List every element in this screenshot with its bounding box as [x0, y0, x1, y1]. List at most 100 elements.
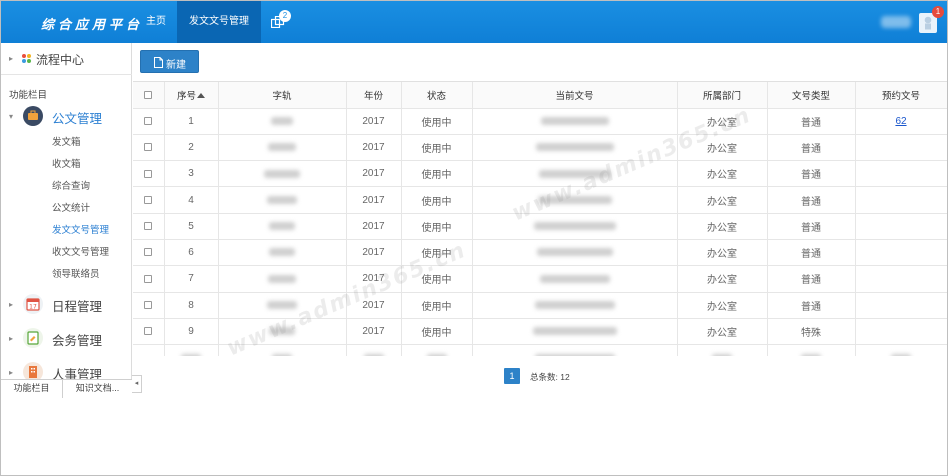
column-header-current-number[interactable]: 当前文号: [472, 82, 678, 109]
column-header-year[interactable]: 年份: [346, 82, 402, 109]
clipped-cell: [164, 344, 219, 356]
row-select-cell[interactable]: [133, 213, 165, 240]
row-checkbox[interactable]: [144, 301, 153, 310]
sub-item-outgoing-number[interactable]: 发文文号管理: [52, 222, 109, 236]
row-checkbox[interactable]: [144, 248, 153, 257]
cell-track: [218, 239, 347, 267]
table-row[interactable]: 6 2017 使用中 办公室 普通: [133, 239, 947, 267]
column-header-status[interactable]: 状态: [401, 82, 473, 109]
column-header-reserved-number[interactable]: 预约文号: [855, 82, 947, 109]
cell-status: 使用中: [401, 108, 473, 135]
cell-status: 使用中: [401, 265, 473, 293]
sub-item-statistics[interactable]: 公文统计: [52, 200, 90, 214]
cell-track: [218, 186, 347, 214]
select-all-checkbox[interactable]: [144, 90, 153, 99]
clipboard-icon: [23, 328, 43, 348]
row-select-cell[interactable]: [133, 134, 165, 162]
tab-knowledge-docs[interactable]: 知识文档...: [63, 380, 132, 398]
row-checkbox[interactable]: [144, 274, 153, 283]
flow-center-item[interactable]: ▸ 流程中心: [1, 43, 132, 75]
row-checkbox[interactable]: [144, 143, 153, 152]
redacted-text: [891, 353, 911, 356]
sub-item-incoming-number[interactable]: 收文文号管理: [52, 244, 109, 258]
cell-department: 办公室: [677, 186, 768, 214]
sub-item-inbox[interactable]: 收文箱: [52, 156, 81, 170]
chevron-right-icon: ▸: [9, 300, 14, 309]
column-header-number-type[interactable]: 文号类型: [767, 82, 856, 109]
sub-item-outbox[interactable]: 发文箱: [52, 134, 81, 148]
nav-tab-doc-number[interactable]: 发文文号管理: [177, 1, 261, 43]
cell-reserved-number: [855, 134, 947, 162]
tab-function-menu[interactable]: 功能栏目: [1, 380, 63, 398]
sort-asc-icon: [197, 92, 205, 98]
clipped-cell: [855, 344, 947, 356]
redacted-text: [801, 353, 821, 356]
cell-current-number: [472, 265, 678, 293]
cell-track: [218, 265, 347, 293]
cell-current-number: [472, 239, 678, 267]
pagination-page-1[interactable]: 1: [504, 368, 520, 384]
cell-track: [218, 292, 347, 319]
cell-year: 2017: [346, 186, 402, 214]
row-select-cell[interactable]: [133, 160, 165, 188]
row-select-cell[interactable]: [133, 108, 165, 135]
redacted-text: [272, 353, 292, 356]
cell-number-type: 普通: [767, 292, 856, 319]
total-count: 总条数: 12: [530, 372, 570, 382]
cell-track: [218, 160, 347, 188]
doc-number-table: 序号 字轨 年份 状态 当前文号 所属部门 文号类型 预约文号 1 2017 使用中…: [133, 82, 947, 356]
new-button[interactable]: 新建: [140, 50, 199, 73]
chevron-right-icon: ▸: [9, 54, 14, 63]
row-select-cell[interactable]: [133, 318, 165, 346]
row-checkbox[interactable]: [144, 169, 153, 178]
cell-year: 2017: [346, 265, 402, 293]
cell-year: 2017: [346, 318, 402, 346]
user-name[interactable]: [881, 16, 911, 28]
column-header-department[interactable]: 所属部门: [677, 82, 768, 109]
row-select-cell[interactable]: [133, 292, 165, 319]
table-row[interactable]: 9 2017 使用中 办公室 特殊: [133, 318, 947, 346]
reserved-number-link[interactable]: 62: [895, 116, 906, 127]
row-checkbox[interactable]: [144, 222, 153, 231]
table-row[interactable]: 2 2017 使用中 办公室 普通: [133, 134, 947, 162]
sub-item-liaison[interactable]: 领导联络员: [52, 266, 100, 280]
module-schedule[interactable]: ▸ 17 日程管理: [1, 291, 132, 319]
cell-year: 2017: [346, 134, 402, 162]
cell-track: [218, 213, 347, 240]
table-row[interactable]: [133, 344, 947, 356]
new-button-label: 新建: [166, 60, 186, 71]
row-select-cell[interactable]: [133, 265, 165, 293]
column-header-track[interactable]: 字轨: [218, 82, 347, 109]
notification-badge[interactable]: 1: [932, 6, 944, 18]
column-header-no[interactable]: 序号: [164, 82, 219, 109]
sub-item-query[interactable]: 综合查询: [52, 178, 90, 192]
cell-current-number: [472, 134, 678, 162]
cell-year: 2017: [346, 108, 402, 135]
cell-no: 2: [164, 134, 219, 162]
table-row[interactable]: 1 2017 使用中 办公室 普通 62: [133, 108, 947, 135]
module-meeting[interactable]: ▸ 会务管理: [1, 325, 132, 353]
row-checkbox[interactable]: [144, 327, 153, 336]
cell-no: 4: [164, 186, 219, 214]
row-select-cell[interactable]: [133, 186, 165, 214]
more-tabs-button[interactable]: 2: [261, 1, 297, 43]
nav-tab-home[interactable]: 主页: [135, 1, 177, 43]
table-row[interactable]: 5 2017 使用中 办公室 普通: [133, 213, 947, 240]
table-row[interactable]: 8 2017 使用中 办公室 普通: [133, 292, 947, 319]
table-row[interactable]: 7 2017 使用中 办公室 普通: [133, 265, 947, 293]
calendar-icon: 17: [23, 294, 43, 314]
table-row[interactable]: 3 2017 使用中 办公室 普通: [133, 160, 947, 188]
cell-track: [218, 108, 347, 135]
redacted-text: [268, 143, 296, 152]
clipped-cell: [677, 344, 768, 356]
select-all-cell[interactable]: [133, 82, 165, 109]
cell-no: 5: [164, 213, 219, 240]
cell-reserved-number: [855, 318, 947, 346]
row-checkbox[interactable]: [144, 195, 153, 204]
sidebar-collapse-button[interactable]: ◂: [132, 375, 142, 393]
table-row[interactable]: 4 2017 使用中 办公室 普通: [133, 186, 947, 214]
module-document-management[interactable]: ▾ 公文管理: [1, 103, 132, 131]
briefcase-icon: [23, 106, 43, 126]
row-select-cell[interactable]: [133, 239, 165, 267]
row-checkbox[interactable]: [144, 117, 153, 125]
